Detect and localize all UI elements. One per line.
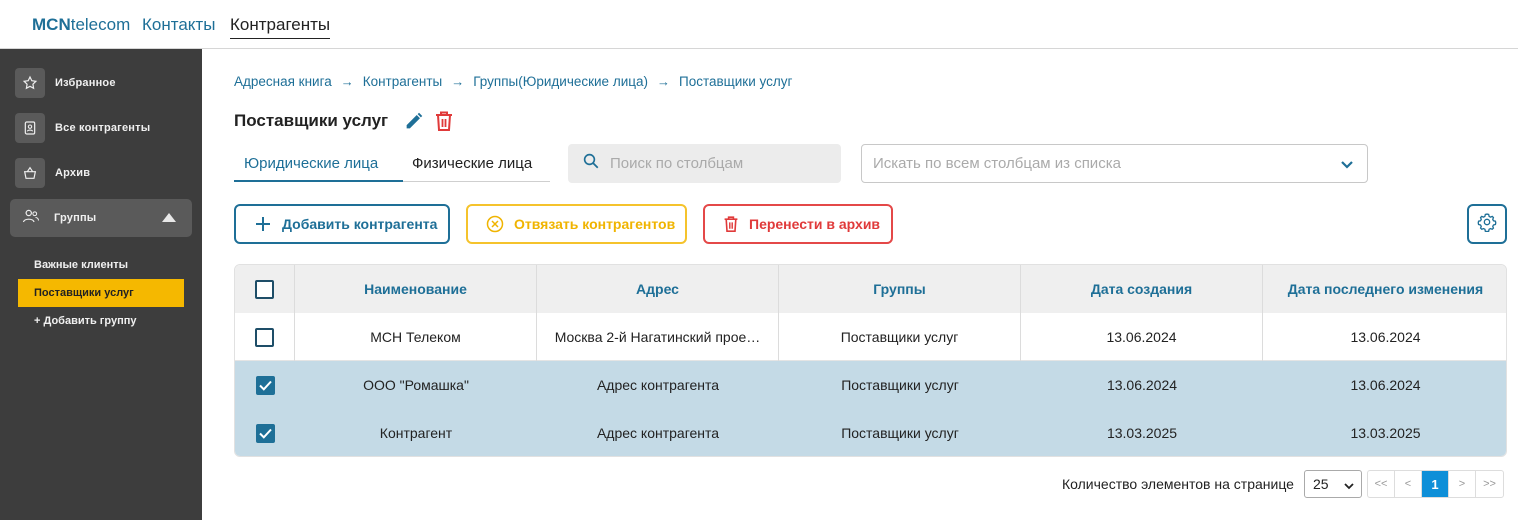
entity-tabs: Юридические лица Физические лица [234, 145, 550, 182]
column-select-placeholder: Искать по всем столбцам из списка [873, 155, 1121, 172]
trash-icon [723, 215, 739, 233]
cell-address: Адрес контрагента [596, 425, 720, 441]
trash-icon[interactable] [434, 110, 454, 137]
search-box [568, 144, 841, 183]
basket-icon [15, 158, 45, 188]
sidebar-item-label: Архив [55, 167, 91, 179]
per-page-label: Количество элементов на странице [1062, 476, 1294, 492]
circle-x-icon [486, 215, 504, 233]
search-input[interactable] [610, 155, 830, 172]
gear-icon [1477, 212, 1497, 237]
table-row[interactable]: ООО "Ромашка" Адрес контрагента Поставщи… [235, 361, 1506, 409]
cell-modified: 13.06.2024 [1350, 377, 1421, 393]
add-counterparty-button[interactable]: Добавить контрагента [234, 204, 450, 244]
cell-created: 13.03.2025 [1106, 425, 1178, 441]
sidebar-item-groups[interactable]: Группы [10, 199, 192, 237]
column-header-created[interactable]: Дата создания [1021, 265, 1263, 313]
last-page-button[interactable]: >> [1476, 471, 1503, 497]
breadcrumb: Адресная книга → Контрагенты → Группы(Юр… [234, 74, 792, 89]
prev-page-button[interactable]: < [1395, 471, 1422, 497]
chevron-down-icon [1339, 156, 1355, 177]
pagination: << < 1 > >> [1367, 470, 1504, 498]
plus-icon [254, 215, 272, 233]
column-select[interactable]: Искать по всем столбцам из списка [861, 144, 1368, 183]
arrow-right-icon: → [656, 74, 670, 89]
column-header-groups[interactable]: Группы [779, 265, 1021, 313]
sidebar-add-group[interactable]: + Добавить группу [18, 307, 184, 335]
contact-card-icon [15, 113, 45, 143]
cell-groups: Поставщики услуг [779, 313, 1021, 361]
per-page-value: 25 [1313, 476, 1329, 492]
breadcrumb-current[interactable]: Поставщики услуг [679, 74, 792, 89]
row-select-cell [235, 361, 295, 409]
move-to-archive-label: Перенести в архив [749, 216, 881, 232]
sidebar-item-favorites[interactable]: Избранное [15, 67, 116, 99]
cell-groups: Поставщики услуг [841, 377, 959, 393]
sidebar-item-label: Группы [54, 212, 97, 224]
sidebar-item-all-counterparties[interactable]: Все контрагенты [15, 112, 150, 144]
column-header-name[interactable]: Наименование [295, 265, 537, 313]
sidebar-subitem-service-providers[interactable]: Поставщики услуг [18, 279, 184, 307]
logo[interactable]: MCNtelecom [32, 15, 130, 35]
top-bar: MCNtelecom Контакты Контрагенты [0, 0, 1518, 49]
caret-up-icon[interactable] [162, 213, 176, 222]
arrow-right-icon: → [451, 74, 465, 89]
unlink-counterparties-label: Отвязать контрагентов [514, 216, 676, 232]
sidebar-item-label: Избранное [55, 77, 116, 89]
cell-groups: Поставщики услуг [841, 425, 959, 441]
unlink-counterparties-button[interactable]: Отвязать контрагентов [466, 204, 687, 244]
table-row[interactable]: Контрагент Адрес контрагента Поставщики … [235, 409, 1506, 456]
per-page-select[interactable]: 25 [1304, 470, 1362, 498]
cell-name: Контрагент [379, 425, 453, 441]
cell-name: ООО "Ромашка" [363, 377, 469, 393]
cell-modified: 13.03.2025 [1350, 425, 1421, 441]
cell-address: Москва 2-й Нагатинский прое… [537, 313, 779, 361]
users-icon [22, 208, 40, 229]
row-select-cell [235, 409, 295, 456]
column-header-address[interactable]: Адрес [537, 265, 779, 313]
select-all-cell [235, 265, 295, 313]
nav-counterparties[interactable]: Контрагенты [230, 15, 331, 39]
sidebar-item-archive[interactable]: Архив [15, 157, 90, 189]
chevron-down-icon [1343, 479, 1355, 495]
star-icon [15, 68, 45, 98]
cell-created: 13.06.2024 [1021, 313, 1263, 361]
row-checkbox[interactable] [255, 423, 275, 443]
table-header-row: Наименование Адрес Группы Дата создания … [235, 265, 1506, 313]
page-1-button[interactable]: 1 [1422, 471, 1449, 497]
nav-contacts[interactable]: Контакты [142, 15, 215, 35]
row-select-cell [235, 313, 295, 361]
sidebar: Избранное Все контрагенты Архив Группы В… [0, 49, 202, 520]
breadcrumb-counterparties[interactable]: Контрагенты [363, 74, 443, 89]
arrow-right-icon: → [340, 74, 354, 89]
select-all-checkbox[interactable] [255, 279, 274, 299]
sidebar-item-label: Все контрагенты [55, 122, 151, 134]
move-to-archive-button[interactable]: Перенести в архив [703, 204, 893, 244]
table-row[interactable]: МСН Телеком Москва 2-й Нагатинский прое…… [235, 313, 1506, 361]
breadcrumb-address-book[interactable]: Адресная книга [234, 74, 332, 89]
tab-individuals[interactable]: Физические лица [412, 145, 532, 182]
page-title: Поставщики услуг [234, 111, 389, 130]
next-page-button[interactable]: > [1449, 471, 1476, 497]
cell-modified: 13.06.2024 [1350, 329, 1421, 345]
tab-legal-entities[interactable]: Юридические лица [234, 145, 403, 182]
row-checkbox[interactable] [255, 327, 274, 347]
add-counterparty-label: Добавить контрагента [282, 216, 438, 232]
table-settings-button[interactable] [1467, 204, 1507, 244]
breadcrumb-groups[interactable]: Группы(Юридические лица) [473, 74, 648, 89]
sidebar-subitem-important-clients[interactable]: Важные клиенты [18, 251, 184, 279]
row-checkbox[interactable] [255, 375, 275, 395]
column-header-modified[interactable]: Дата последнего изменения [1263, 265, 1506, 313]
pencil-icon[interactable] [403, 110, 425, 137]
cell-address: Адрес контрагента [596, 377, 720, 393]
counterparties-table: Наименование Адрес Группы Дата создания … [234, 264, 1507, 457]
cell-created: 13.06.2024 [1106, 377, 1178, 393]
cell-name: МСН Телеком [295, 313, 537, 361]
first-page-button[interactable]: << [1368, 471, 1395, 497]
search-icon [582, 152, 600, 175]
